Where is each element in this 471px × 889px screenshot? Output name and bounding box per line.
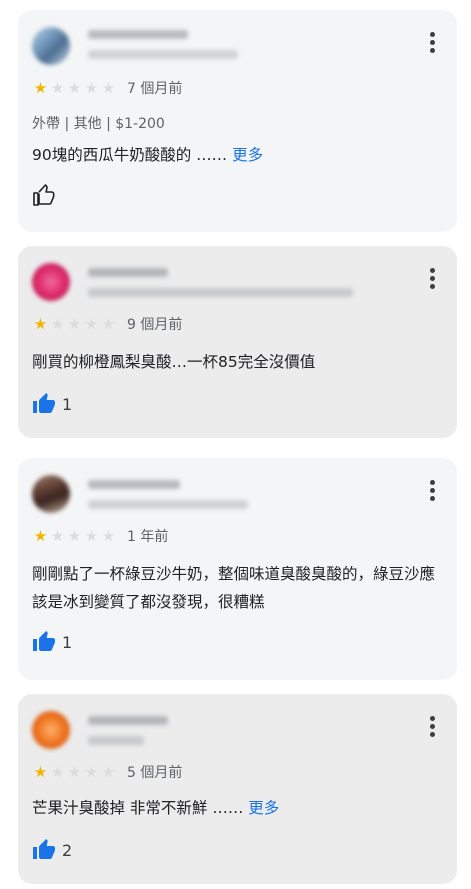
review-text-body: 芒果汁臭酸掉 非常不新鮮 …… [32,799,249,817]
more-options-button[interactable] [427,480,437,506]
like-count: 2 [62,840,73,860]
reviewer-info-blurred [88,288,353,297]
reviewer-info-blurred [88,736,144,745]
star-icon: ★ [67,315,82,333]
star-icon: ★ [101,315,116,333]
star-icon: ★ [33,315,48,333]
like-count: 1 [62,632,73,652]
review-text: 90塊的西瓜牛奶酸酸的 …… 更多 [32,141,442,169]
star-icon: ★ [67,527,82,545]
reviewer-name-blurred[interactable] [88,480,180,489]
reviews-list: ★ ★ ★ ★ ★ 7 個月前 外帶 | 其他 | $1-200 90塊的西瓜牛… [0,0,471,889]
review-time: 7 個月前 [127,81,183,97]
reviewer-info-blurred [88,500,248,509]
star-icon: ★ [101,763,116,781]
star-icon: ★ [50,763,65,781]
star-rating: ★ ★ ★ ★ ★ 7 個月前 [32,79,183,97]
like-button[interactable]: 2 [32,838,72,862]
thumb-up-filled-icon [33,631,55,651]
star-icon: ★ [84,763,99,781]
like-button[interactable]: 1 [32,392,72,416]
review-card: ★ ★ ★ ★ ★ 1 年前 剛剛點了一杯綠豆沙牛奶，整個味道臭酸臭酸的，綠豆沙… [18,458,457,680]
like-count: 1 [62,394,73,414]
reviewer-name-blurred[interactable] [88,30,188,39]
more-link[interactable]: 更多 [248,799,279,817]
star-icon: ★ [84,527,99,545]
star-icon: ★ [101,79,116,97]
review-text: 芒果汁臭酸掉 非常不新鮮 …… 更多 [32,794,442,822]
review-card: ★ ★ ★ ★ ★ 5 個月前 芒果汁臭酸掉 非常不新鮮 …… 更多 2 [18,694,457,884]
review-meta: 外帶 | 其他 | $1-200 [32,116,165,132]
star-icon: ★ [50,79,65,97]
star-icon: ★ [84,79,99,97]
reviewer-name-blurred[interactable] [88,716,168,725]
review-time: 1 年前 [127,529,169,545]
star-icon: ★ [50,315,65,333]
like-button[interactable] [32,184,56,208]
reviewer-avatar[interactable] [32,27,70,65]
star-icon: ★ [101,527,116,545]
star-icon: ★ [84,315,99,333]
review-time: 5 個月前 [127,765,183,781]
star-icon: ★ [33,79,48,97]
more-options-button[interactable] [427,32,437,58]
more-options-button[interactable] [427,716,437,742]
review-text: 剛買的柳橙鳳梨臭酸…一杯85完全沒價值 [32,353,316,371]
thumb-up-filled-icon [33,839,55,859]
like-button[interactable]: 1 [32,630,72,654]
more-options-button[interactable] [427,268,437,294]
reviewer-info-blurred [88,50,238,59]
review-time: 9 個月前 [127,317,183,333]
star-rating: ★ ★ ★ ★ ★ 1 年前 [32,527,169,545]
review-card: ★ ★ ★ ★ ★ 7 個月前 外帶 | 其他 | $1-200 90塊的西瓜牛… [18,10,457,232]
reviewer-avatar[interactable] [32,263,70,301]
thumb-up-outline-icon [33,184,55,206]
star-icon: ★ [67,763,82,781]
review-card: ★ ★ ★ ★ ★ 9 個月前 剛買的柳橙鳳梨臭酸…一杯85完全沒價值 1 [18,246,457,438]
reviewer-name-blurred[interactable] [88,268,168,277]
more-link[interactable]: 更多 [232,146,263,164]
star-rating: ★ ★ ★ ★ ★ 9 個月前 [32,315,183,333]
reviewer-avatar[interactable] [32,475,70,513]
thumb-up-filled-icon [33,393,55,413]
star-icon: ★ [67,79,82,97]
review-text-body: 90塊的西瓜牛奶酸酸的 …… [32,146,233,164]
reviewer-avatar[interactable] [32,711,70,749]
review-text: 剛剛點了一杯綠豆沙牛奶，整個味道臭酸臭酸的，綠豆沙應該是冰到變質了都沒發現，很糟… [32,565,436,611]
star-rating: ★ ★ ★ ★ ★ 5 個月前 [32,763,183,781]
star-icon: ★ [50,527,65,545]
star-icon: ★ [33,527,48,545]
star-icon: ★ [33,763,48,781]
